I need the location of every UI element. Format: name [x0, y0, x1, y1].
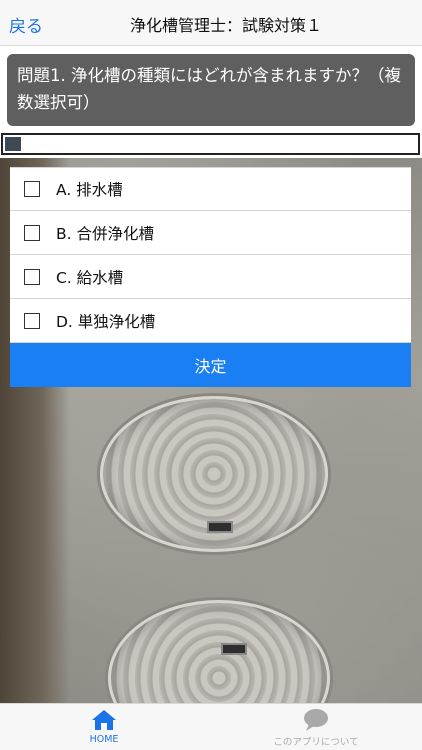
- option-d[interactable]: D. 単独浄化槽: [10, 299, 411, 343]
- navigation-bar: 戻る 浄化槽管理士：試験対策１: [0, 0, 422, 46]
- question-card: 問題1. 浄化槽の種類にはどれが含まれますか？（複数選択可）: [7, 54, 415, 126]
- option-label: A. 排水槽: [56, 181, 123, 199]
- progress-bar: [1, 133, 420, 155]
- answer-options-list: A. 排水槽 B. 合併浄化槽 C. 給水槽 D. 単独浄化槽: [10, 167, 411, 343]
- submit-button[interactable]: 決定: [10, 343, 411, 387]
- manhole-cover-upper: [100, 396, 328, 552]
- tab-bar: HOME このアプリについて: [0, 703, 422, 750]
- question-text: 問題1. 浄化槽の種類にはどれが含まれますか？（複数選択可）: [17, 66, 401, 112]
- speech-bubble-icon: [304, 709, 328, 731]
- checkbox-icon[interactable]: [24, 268, 40, 285]
- tab-home-label: HOME: [89, 734, 119, 745]
- option-b[interactable]: B. 合併浄化槽: [10, 211, 411, 255]
- option-a[interactable]: A. 排水槽: [10, 167, 411, 211]
- tab-home[interactable]: HOME: [34, 708, 174, 745]
- progress-bar-fill: [5, 137, 21, 151]
- option-c[interactable]: C. 給水槽: [10, 255, 411, 299]
- home-icon: [92, 710, 116, 730]
- checkbox-icon[interactable]: [24, 224, 40, 241]
- option-label: B. 合併浄化槽: [56, 224, 154, 243]
- checkbox-icon[interactable]: [24, 181, 40, 197]
- manhole-slot: [221, 643, 247, 655]
- tab-about-label: このアプリについて: [273, 737, 359, 748]
- tab-about[interactable]: このアプリについて: [246, 708, 386, 748]
- page-title: 浄化槽管理士：試験対策１: [129, 16, 322, 35]
- manhole-slot: [207, 521, 233, 533]
- checkbox-icon[interactable]: [24, 312, 40, 329]
- option-label: D. 単独浄化槽: [56, 312, 156, 331]
- option-label: C. 給水槽: [56, 268, 124, 287]
- manhole-cover-lower: [108, 600, 330, 703]
